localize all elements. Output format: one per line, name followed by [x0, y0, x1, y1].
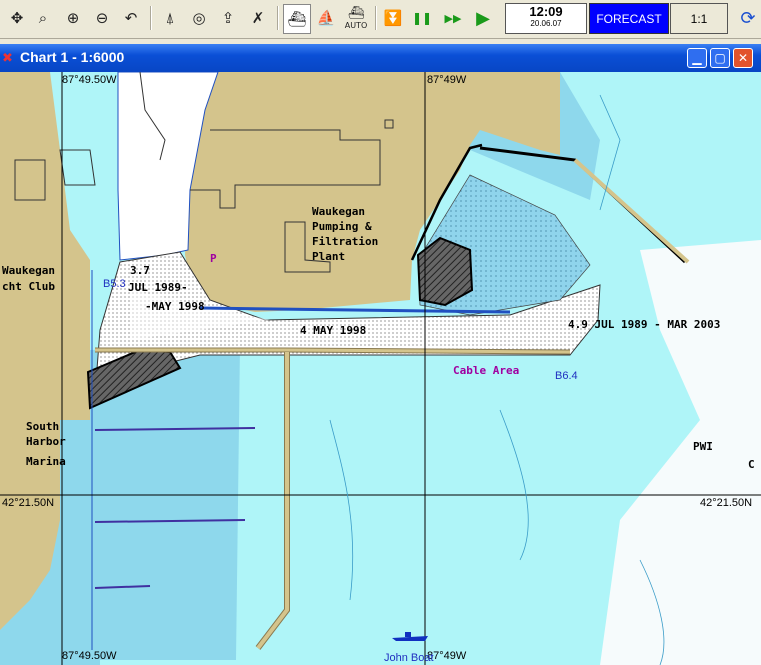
depth-3-7-label: 3.7 [130, 264, 150, 277]
pause-icon[interactable]: ❚❚ [409, 4, 435, 32]
chart-graphics [0, 72, 761, 665]
dredge-may1998-label: -MAY 1998 [145, 300, 205, 313]
lat-label-right: 42°21.50N [700, 497, 753, 509]
yacht-club-label-line2: cht Club [2, 280, 55, 293]
plant-label-line1: Waukegan [312, 205, 365, 218]
select-tool-icon[interactable]: ✥ [4, 4, 30, 32]
p-marker-label: P [210, 252, 217, 265]
pwi-label: PWI [693, 440, 713, 453]
play-icon[interactable]: ▶ [470, 4, 496, 32]
refresh-icon[interactable]: ⟳ [735, 4, 761, 32]
auto-label: AUTO [344, 20, 368, 30]
cable-area-label: Cable Area [453, 364, 520, 377]
scale-button[interactable]: 1:1 [670, 3, 728, 34]
route-tool-icon[interactable]: ⍋ [157, 4, 183, 32]
clock-date: 20.06.07 [530, 19, 562, 28]
toolbar-separator [375, 6, 377, 30]
vessel-label[interactable]: John Boat [384, 652, 434, 664]
c-label-right: C [748, 458, 755, 471]
wreck-hatched-east [416, 236, 474, 307]
ship-track-icon[interactable]: ⛵ [313, 4, 339, 32]
plant-label-line2: Pumping & [312, 220, 372, 233]
clock-time: 12:09 [529, 4, 563, 19]
delete-icon[interactable]: ✗ [245, 4, 271, 32]
chart-window-titlebar[interactable]: ✖ Chart 1 - 1:6000 ▁ ▢ ✕ [0, 44, 761, 72]
stop-icon[interactable]: ⏬ [380, 4, 406, 32]
clock-display: 12:09 20.06.07 [505, 3, 587, 34]
buoy-b64-label: B6.4 [555, 370, 578, 382]
dredge-4-may1998-label: 4 MAY 1998 [300, 324, 367, 337]
auto-ship-icon: ⛴ [347, 5, 365, 21]
marina-label-line1: South [26, 420, 60, 433]
window-title: Chart 1 - 1:6000 [20, 49, 125, 65]
lon-label-top-left: 87°49.50W [62, 74, 117, 86]
zoom-window-icon[interactable]: ⌕ [30, 4, 56, 32]
dredge-jul-mar-label: 4.9 JUL 1989 - MAR 2003 [568, 318, 721, 331]
toolbar: ✥ ⌕ ⊕ ⊖ ↶ ⍋ ◎ ⇪ ✗ ⛴ ⛵ ⛴ AUTO ⏬ ❚❚ ▶▶ ▶ 1… [0, 0, 761, 39]
maximize-button[interactable]: ▢ [710, 48, 730, 68]
close-button[interactable]: ✕ [733, 48, 753, 68]
buoy-b53-label: B5.3 [103, 278, 126, 290]
marina-label-line3: Marina [26, 455, 66, 468]
lon-label-top-mid: 87°49W [427, 74, 467, 86]
plant-label-line4: Plant [312, 250, 346, 263]
lat-label-left: 42°21.50N [2, 497, 55, 509]
auto-button[interactable]: ⛴ AUTO [342, 4, 370, 32]
app-icon: ✖ [2, 50, 13, 65]
land-north-east-strip [540, 72, 560, 155]
export-icon[interactable]: ⇪ [215, 4, 241, 32]
zoom-out-icon[interactable]: ⊖ [89, 4, 115, 32]
marina-label-line2: Harbor [26, 435, 66, 448]
undo-zoom-icon[interactable]: ↶ [118, 4, 144, 32]
lon-label-bottom-left: 87°49.50W [62, 650, 117, 662]
zoom-in-icon[interactable]: ⊕ [60, 4, 86, 32]
fast-forward-icon[interactable]: ▶▶ [440, 4, 466, 32]
plant-label-line3: Filtration [312, 235, 379, 248]
ship-centered-icon[interactable]: ⛴ [283, 4, 311, 34]
target-icon[interactable]: ◎ [186, 4, 212, 32]
minimize-button[interactable]: ▁ [687, 48, 707, 68]
forecast-button[interactable]: FORECAST [589, 3, 669, 34]
dredge-jul1989-label: JUL 1989- [128, 281, 188, 294]
yacht-club-label-line1: Waukegan [2, 264, 55, 277]
toolbar-separator [150, 6, 152, 30]
nautical-chart-canvas[interactable]: 87°49.50W 87°49W 42°21.50N 42°21.50N 87°… [0, 72, 761, 665]
toolbar-separator [277, 6, 279, 30]
